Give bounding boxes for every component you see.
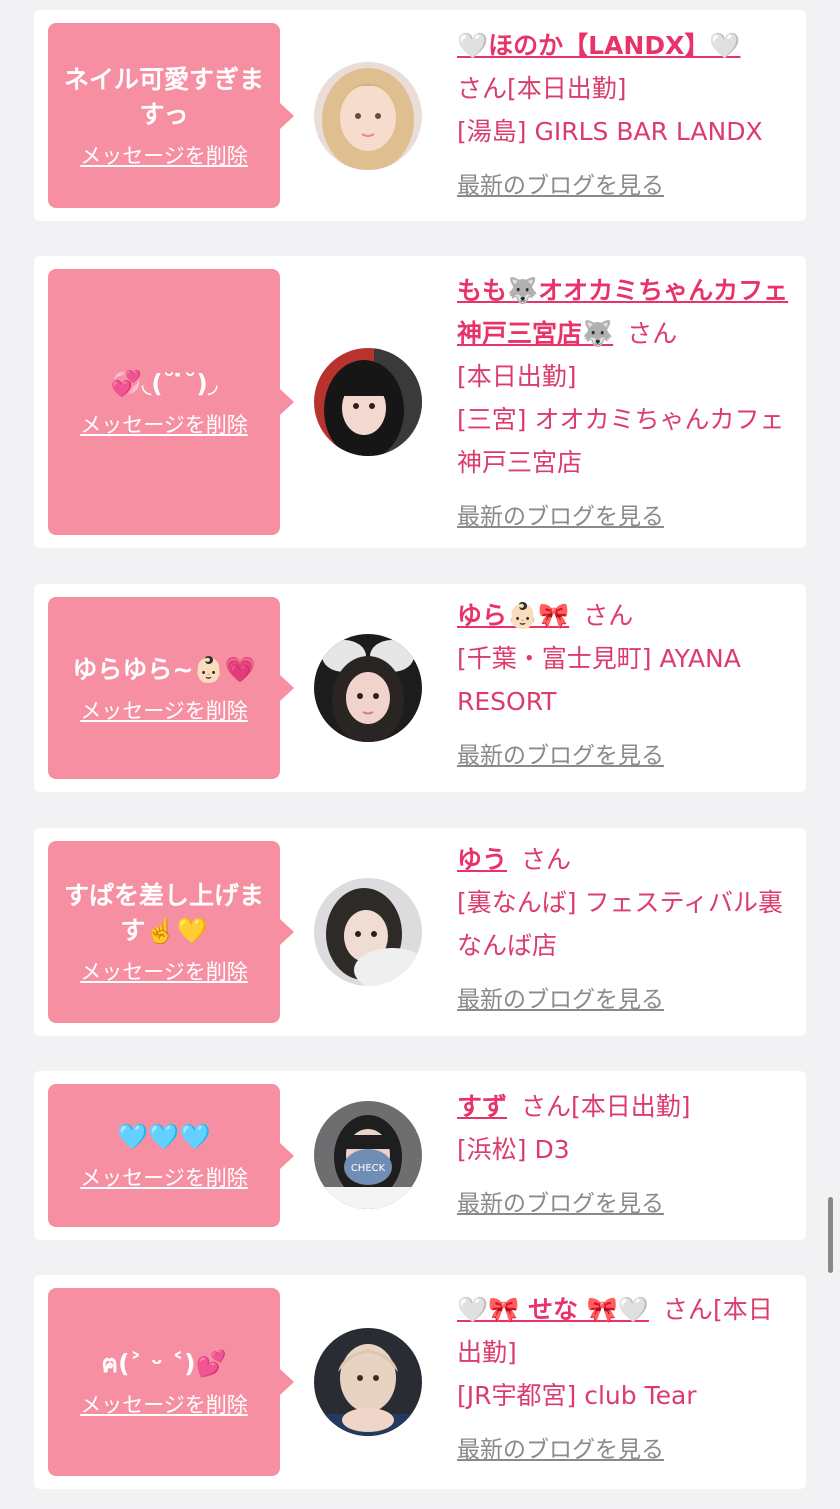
avatar[interactable] (314, 634, 422, 742)
status-label: [本日出勤] (507, 74, 627, 103)
shop-label: [浜松] D3 (457, 1135, 570, 1164)
message-text: 🩵🩵🩵 (117, 1122, 211, 1151)
check-badge: CHECK (351, 1163, 386, 1174)
san-label: さん (521, 1092, 572, 1121)
scrollbar[interactable] (828, 1197, 833, 1273)
delete-message-link[interactable]: メッセージを削除 (80, 697, 248, 725)
latest-blog-link[interactable]: 最新のブログを見る (457, 165, 664, 208)
cast-name-link[interactable]: ゆら👶🏻🎀 (457, 601, 569, 630)
cast-info: 🤍🎀 せな 🎀🤍 さん[本日出勤] [JR宇都宮] club Tear 最新のブロ… (457, 1288, 797, 1472)
status-label: [本日出勤] (571, 1092, 691, 1121)
latest-blog-link[interactable]: 最新のブログを見る (457, 496, 664, 539)
shop-label: [千葉・富士見町] AYANA RESORT (457, 644, 741, 716)
san-label: さん (662, 1295, 713, 1324)
favorite-card: 💞◟(˘ ̇˘)◞ メッセージを削除 もも🐺オオカミちゃんカフェ神戸三宮店🐺 さん… (34, 256, 806, 548)
cast-info: 🤍ほのか【LANDX】🤍 さん[本日出勤] [湯島] GIRLS BAR LAN… (457, 24, 797, 208)
message-text: 💞◟(˘ ̇˘)◞ (110, 368, 218, 398)
shop-label: [裏なんば] フェスティバル裏なんば店 (457, 888, 783, 960)
avatar[interactable] (314, 348, 422, 456)
delete-message-link[interactable]: メッセージを削除 (80, 1164, 248, 1192)
avatar[interactable] (314, 62, 422, 170)
san-label: さん (627, 319, 678, 348)
message-bubble: 💞◟(˘ ̇˘)◞ メッセージを削除 (48, 269, 294, 535)
delete-message-link[interactable]: メッセージを削除 (80, 411, 248, 439)
latest-blog-link[interactable]: 最新のブログを見る (457, 735, 664, 778)
shop-label: [三宮] オオカミちゃんカフェ神戸三宮店 (457, 405, 785, 477)
favorite-card: 🩵🩵🩵 メッセージを削除 CHECK すず さん[本日出勤] [浜松] D3 最新… (34, 1071, 806, 1240)
favorite-card: ゆらゆら~👶🏻💗 メッセージを削除 ゆら👶🏻🎀 さん [千葉・富士見町] AYAN… (34, 584, 806, 792)
cast-info: ゆら👶🏻🎀 さん [千葉・富士見町] AYANA RESORT 最新のブログを見る (457, 594, 797, 778)
message-text: ゆらゆら~👶🏻💗 (72, 654, 256, 684)
favorite-card: ฅ(˃ ᵕ ˂)💕 メッセージを削除 🤍🎀 せな 🎀🤍 さん[本日出勤] [JR宇… (34, 1275, 806, 1489)
message-bubble: すぱを差し上げます☝️💛 メッセージを削除 (48, 841, 294, 1023)
status-label: [本日出勤] (457, 362, 577, 391)
latest-blog-link[interactable]: 最新のブログを見る (457, 979, 664, 1022)
cast-name-link[interactable]: もも🐺オオカミちゃんカフェ神戸三宮店🐺 (457, 276, 788, 348)
cast-info: もも🐺オオカミちゃんカフェ神戸三宮店🐺 さん [本日出勤] [三宮] オオカミちゃ… (457, 269, 797, 539)
san-label: さん (583, 601, 634, 630)
latest-blog-link[interactable]: 最新のブログを見る (457, 1429, 664, 1472)
cast-name-link[interactable]: ゆう (457, 845, 507, 874)
delete-message-link[interactable]: メッセージを削除 (80, 958, 248, 986)
cast-info: ゆう さん [裏なんば] フェスティバル裏なんば店 最新のブログを見る (457, 838, 797, 1022)
message-text: ฅ(˃ ᵕ ˂)💕 (101, 1348, 227, 1378)
san-label: さん (457, 74, 508, 103)
avatar[interactable] (314, 878, 422, 986)
message-bubble: ネイル可愛すぎますっ メッセージを削除 (48, 23, 294, 208)
cast-name-link[interactable]: 🤍🎀 せな 🎀🤍 (457, 1295, 649, 1324)
shop-label: [湯島] GIRLS BAR LANDX (457, 117, 763, 146)
message-bubble: 🩵🩵🩵 メッセージを削除 (48, 1084, 294, 1227)
shop-label: [JR宇都宮] club Tear (457, 1381, 697, 1410)
cast-name-link[interactable]: 🤍ほのか【LANDX】🤍 (457, 31, 740, 60)
message-bubble: ฅ(˃ ᵕ ˂)💕 メッセージを削除 (48, 1288, 294, 1476)
favorite-card: ネイル可愛すぎますっ メッセージを削除 🤍ほのか【LANDX】🤍 さん[本日出勤… (34, 10, 806, 221)
san-label: さん (521, 845, 572, 874)
latest-blog-link[interactable]: 最新のブログを見る (457, 1183, 664, 1226)
cast-name-link[interactable]: すず (457, 1092, 507, 1121)
message-text: ネイル可愛すぎますっ (63, 64, 264, 129)
delete-message-link[interactable]: メッセージを削除 (80, 1391, 248, 1419)
delete-message-link[interactable]: メッセージを削除 (80, 142, 248, 170)
cast-info: すず さん[本日出勤] [浜松] D3 最新のブログを見る (457, 1085, 797, 1226)
message-bubble: ゆらゆら~👶🏻💗 メッセージを削除 (48, 597, 294, 779)
favorite-card: すぱを差し上げます☝️💛 メッセージを削除 ゆう さん [裏なんば] フェスティバ… (34, 828, 806, 1036)
message-text: すぱを差し上げます☝️💛 (63, 881, 264, 945)
avatar[interactable]: CHECK (314, 1101, 422, 1209)
avatar[interactable] (314, 1328, 422, 1436)
